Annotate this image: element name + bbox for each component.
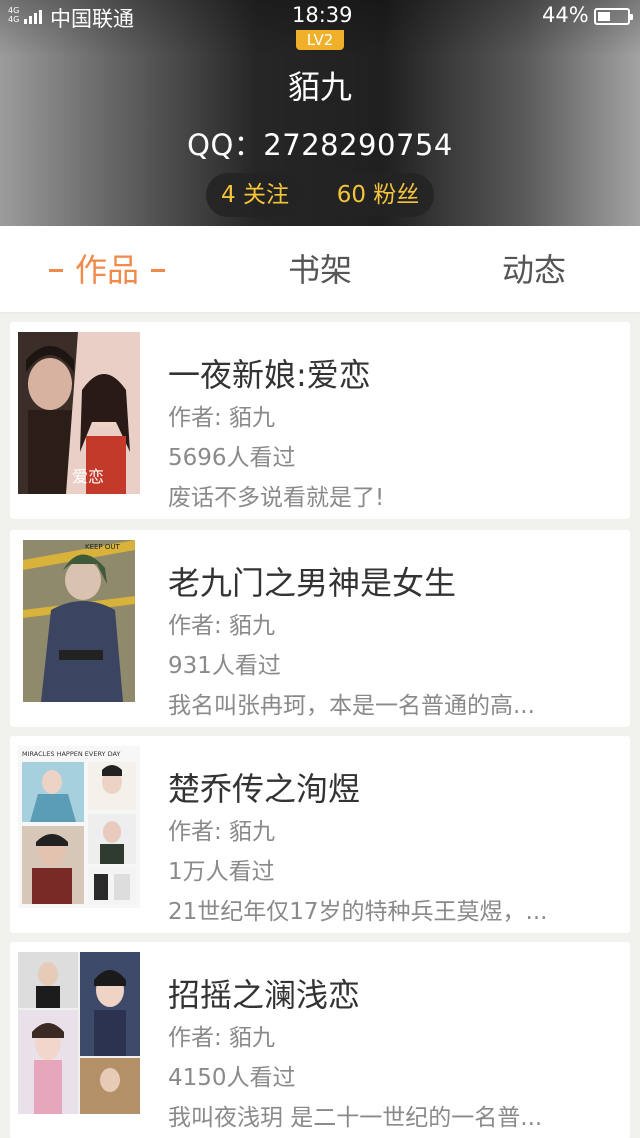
book-description: 废话不多说看就是了! <box>168 485 385 511</box>
status-clock: 18:39 <box>292 3 353 27</box>
book-view-count: 5696人看过 <box>168 445 296 471</box>
book-title: 老九门之男神是女生 <box>168 564 457 602</box>
book-card[interactable]: 招摇之澜浅恋 作者: 貊九 4150人看过 我叫夜浅玥 是二十一世纪的一名普..… <box>10 942 630 1138</box>
book-card[interactable]: 爱恋 一夜新娘:爱恋 作者: 貊九 5696人看过 废话不多说看就是了! <box>10 322 630 519</box>
book-title: 楚乔传之洵煜 <box>168 770 361 808</box>
tab-active-indicator-left <box>48 268 63 272</box>
tab-bookshelf[interactable]: 书架 <box>240 226 400 314</box>
book-title: 招摇之澜浅恋 <box>168 976 361 1014</box>
book-cover[interactable] <box>18 952 140 1114</box>
book-author: 作者: 貊九 <box>168 819 276 845</box>
book-description: 21世纪年仅17岁的特种兵王莫煜，... <box>168 899 548 925</box>
book-card[interactable]: KEEP OUT 老九门之男神是女生 作者: 貊九 931人看过 我名叫张冉珂，… <box>10 530 630 727</box>
profile-stats: 4 关注 60 粉丝 <box>0 173 640 219</box>
book-description: 我叫夜浅玥 是二十一世纪的一名普... <box>168 1105 543 1131</box>
profile-tabs: 作品 书架 动态 <box>0 226 640 314</box>
book-title: 一夜新娘:爱恋 <box>168 356 371 394</box>
profile-header: 4G 4G 中国联通 18:39 44% LV2 貊九 QQ：272829075… <box>0 0 640 226</box>
book-description: 我名叫张冉珂，本是一名普通的高... <box>168 693 535 719</box>
book-cover-art <box>18 952 140 1114</box>
book-cover[interactable]: MIRACLES HAPPEN EVERY DAY <box>18 746 140 908</box>
carrier-name: 中国联通 <box>50 7 134 31</box>
user-qq-number: QQ：2728290754 <box>187 128 453 162</box>
book-cover[interactable]: 爱恋 <box>18 332 140 494</box>
network-type-icon: 4G 4G <box>8 6 20 24</box>
cover-title-text: KEEP OUT <box>85 543 121 551</box>
level-badge: LV2 <box>296 30 344 50</box>
tab-works-label: 作品 <box>74 251 139 289</box>
fans-count-button[interactable]: 60 粉丝 <box>322 173 434 217</box>
signal-strength-icon <box>24 8 46 24</box>
battery-icon <box>594 8 633 25</box>
tab-active-indicator-right <box>151 268 165 272</box>
book-cover-art: MIRACLES HAPPEN EVERY DAY <box>18 746 140 908</box>
user-name: 貊九 <box>287 68 352 106</box>
book-view-count: 931人看过 <box>168 653 281 679</box>
battery-percent: 44% <box>542 3 589 27</box>
book-author: 作者: 貊九 <box>168 613 276 639</box>
cover-title-text: 爱恋 <box>72 467 104 486</box>
book-cover-art: 爱恋 <box>18 332 140 494</box>
book-view-count: 1万人看过 <box>168 859 275 885</box>
follow-count-button[interactable]: 4 关注 <box>206 173 304 217</box>
tab-activity[interactable]: 动态 <box>454 226 614 314</box>
book-card[interactable]: MIRACLES HAPPEN EVERY DAY 楚乔传之洵煜 作者: 貊九 … <box>10 736 630 933</box>
tab-works[interactable]: 作品 <box>30 226 184 314</box>
book-author: 作者: 貊九 <box>168 405 276 431</box>
book-view-count: 4150人看过 <box>168 1065 296 1091</box>
book-cover[interactable]: KEEP OUT <box>23 540 135 702</box>
status-bar: 4G 4G 中国联通 18:39 44% <box>0 0 640 32</box>
cover-title-text: MIRACLES HAPPEN EVERY DAY <box>22 750 120 758</box>
book-author: 作者: 貊九 <box>168 1025 276 1051</box>
book-cover-art: KEEP OUT <box>23 540 135 702</box>
